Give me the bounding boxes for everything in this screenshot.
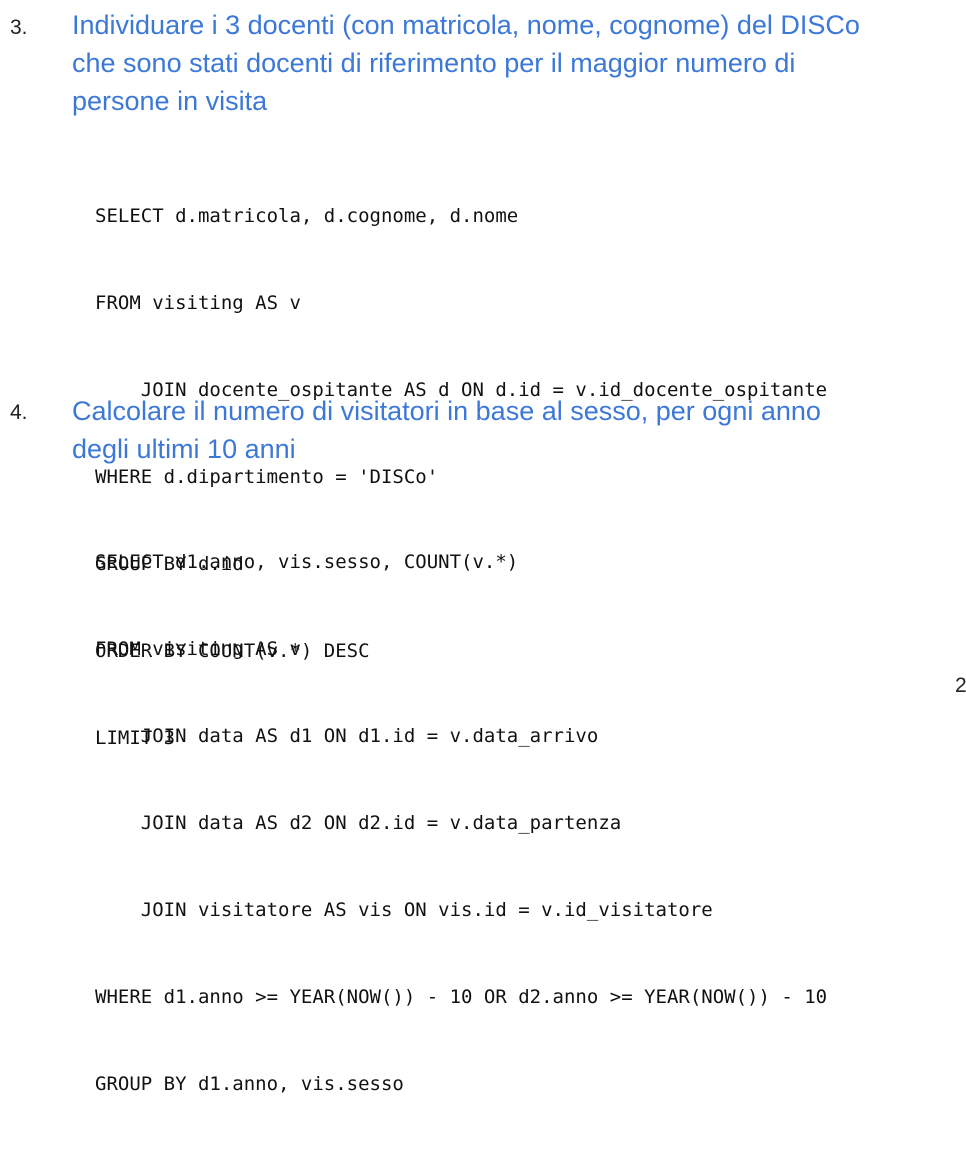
question-number: 3. — [10, 16, 28, 39]
sql-line: FROM visiting AS v — [95, 292, 301, 314]
question-title: Individuare i 3 docenti (con matricola, … — [72, 6, 966, 120]
question-title: Calcolare il numero di visitatori in bas… — [72, 392, 966, 468]
sql-code-block: SELECT d1.anno, vis.sesso, COUNT(v.*) FR… — [95, 490, 827, 1157]
page-number: 2 — [955, 674, 966, 697]
question-title-line: degli ultimi 10 anni — [72, 434, 296, 464]
question-title-line: che sono stati docenti di riferimento pe… — [72, 48, 796, 78]
sql-line: JOIN data AS d2 ON d2.id = v.data_parten… — [95, 812, 622, 834]
question-title-line: persone in visita — [72, 86, 268, 116]
sql-line: GROUP BY d1.anno, vis.sesso — [95, 1073, 404, 1095]
sql-line: FROM visiting AS v — [95, 638, 301, 660]
question-title-line: Calcolare il numero di visitatori in bas… — [72, 396, 821, 426]
sql-line: JOIN visitatore AS vis ON vis.id = v.id_… — [95, 899, 713, 921]
sql-line: JOIN data AS d1 ON d1.id = v.data_arrivo — [95, 725, 599, 747]
sql-line: SELECT d.matricola, d.cognome, d.nome — [95, 205, 519, 227]
sql-line: WHERE d1.anno >= YEAR(NOW()) - 10 OR d2.… — [95, 986, 828, 1008]
sql-line: SELECT d1.anno, vis.sesso, COUNT(v.*) — [95, 551, 519, 573]
question-number: 4. — [10, 401, 28, 424]
question-title-line: Individuare i 3 docenti (con matricola, … — [72, 10, 860, 40]
